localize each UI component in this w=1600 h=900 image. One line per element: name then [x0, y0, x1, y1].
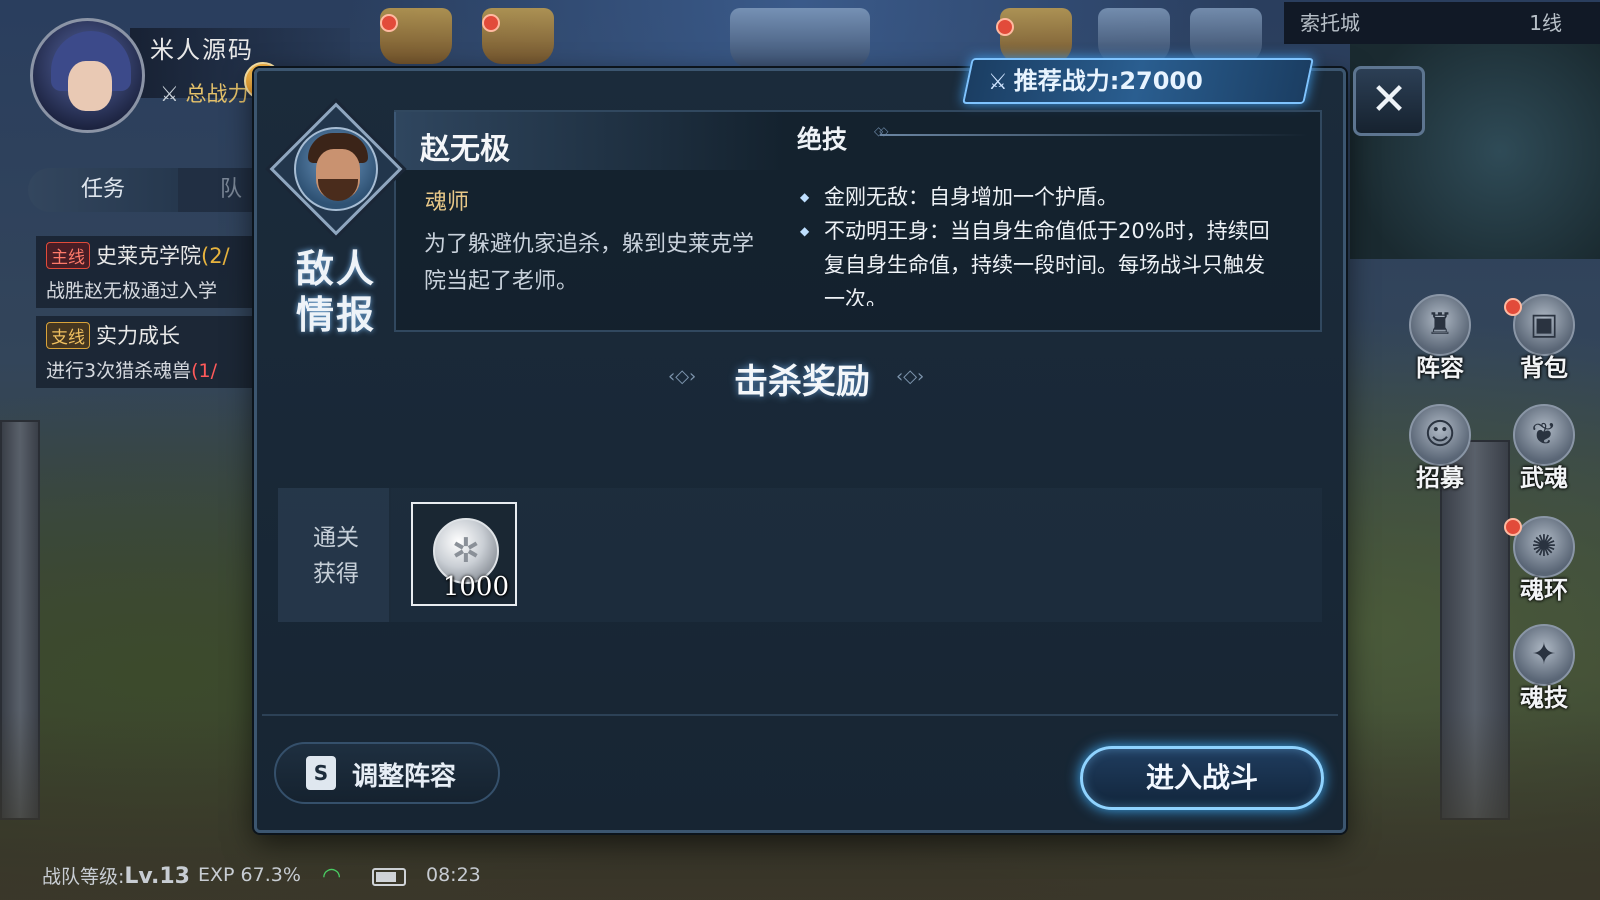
- arena-emblem-icon[interactable]: [730, 8, 870, 68]
- player-avatar[interactable]: [30, 18, 145, 133]
- side-menu-recruit[interactable]: ☺ 招募: [1400, 404, 1480, 493]
- side-menu-label: 魂环: [1520, 576, 1568, 604]
- reward-item-slot[interactable]: ✲ 1000: [411, 502, 517, 606]
- reward-item-count: 1000: [442, 572, 509, 602]
- notification-dot: [482, 14, 500, 32]
- settings-icon[interactable]: [1190, 8, 1262, 64]
- side-menu-label: 武魂: [1520, 464, 1568, 492]
- notification-dot: [1504, 298, 1522, 316]
- quest-side-name: 实力成长: [96, 324, 180, 348]
- close-button[interactable]: ✕: [1353, 66, 1425, 136]
- soul-skill-icon: ✦: [1513, 624, 1575, 686]
- quest-main-title: 主线 史莱克学院(2/: [46, 240, 251, 270]
- reward-row-label: 通关获得: [313, 525, 359, 587]
- side-menu-label: 阵容: [1416, 354, 1464, 382]
- side-menu-soul-skill[interactable]: ✦ 魂技: [1504, 624, 1584, 713]
- crossed-swords-icon: ⚔: [988, 70, 1008, 95]
- skill-item: 不动明王身：当自身生命值低于20%时，持续回复自身生命值，持续一段时间。每场战斗…: [800, 214, 1280, 306]
- enemy-description: 为了躲避仇家追杀，躲到史莱克学院当起了老师。: [424, 232, 755, 294]
- location-bar: 索托城 1线: [1284, 2, 1600, 44]
- side-menu-label: 招募: [1416, 464, 1464, 492]
- tab-team[interactable]: 队: [178, 168, 258, 212]
- side-menu-label: 魂技: [1520, 684, 1568, 712]
- notification-dot: [996, 18, 1014, 36]
- avatar-face: [68, 61, 112, 111]
- quest-side-progress: (1/: [191, 360, 217, 382]
- quest-side-tag: 支线: [46, 322, 90, 349]
- quest-main-tag: 主线: [46, 242, 90, 269]
- enemy-beard: [318, 179, 358, 201]
- quest-main-progress: (2/: [201, 244, 230, 268]
- location-line[interactable]: 1线: [1529, 2, 1562, 44]
- recommended-power-text: 推荐战力:27000: [1013, 67, 1203, 95]
- skill-title-divider: [874, 124, 1308, 138]
- total-power-label: 总战力: [185, 82, 249, 106]
- side-menu-formation[interactable]: ♜ 阵容: [1400, 294, 1480, 383]
- enemy-info-label: 敌人情报: [296, 247, 377, 337]
- team-level-value: Lv.13: [124, 864, 190, 889]
- enemy-portrait: [294, 127, 378, 211]
- backpack-icon: ▣: [1513, 294, 1575, 356]
- skill-title: 绝技: [797, 125, 848, 154]
- player-name: 米人源码: [150, 36, 254, 64]
- quest-main-name: 史莱克学院: [96, 244, 201, 268]
- notification-dot: [380, 14, 398, 32]
- formation-icon: ♜: [1409, 294, 1471, 356]
- side-menu-martial-soul[interactable]: ❦ 武魂: [1504, 404, 1584, 493]
- location-city: 索托城: [1300, 11, 1360, 35]
- quest-main[interactable]: 主线 史莱克学院(2/ 战胜赵无极通过入学: [36, 236, 261, 308]
- notification-dot: [1504, 518, 1522, 536]
- crossed-swords-icon: ⚔: [160, 82, 179, 106]
- enemy-avatar: [269, 102, 403, 236]
- quest-side-desc-text: 进行3次猎杀魂兽: [46, 360, 192, 382]
- exp-text: EXP 67.3%: [198, 864, 301, 886]
- wifi-icon: ◠: [322, 864, 342, 889]
- adjust-formation-button[interactable]: S 调整阵容: [274, 742, 500, 804]
- dialog-divider: [262, 714, 1338, 716]
- total-power: ⚔ 总战力: [160, 78, 249, 108]
- side-menu-label: 背包: [1520, 354, 1568, 382]
- recommended-power: ⚔ 推荐战力:27000: [988, 60, 1203, 102]
- rank-icon[interactable]: [1098, 8, 1170, 64]
- soul-ring-icon: ✺: [1513, 516, 1575, 578]
- quest-side-title: 支线 实力成长: [46, 320, 251, 350]
- ornament-right-icon: ‹◇›: [896, 366, 925, 387]
- quest-main-desc: 战胜赵无极通过入学: [46, 280, 218, 302]
- quest-side[interactable]: 支线 实力成长 进行3次猎杀魂兽(1/: [36, 316, 261, 388]
- adjust-formation-label: 调整阵容: [352, 762, 457, 792]
- skill-item: 金刚无敌：自身增加一个护盾。: [800, 180, 1280, 214]
- skill-list[interactable]: 金刚无敌：自身增加一个护盾。 不动明王身：当自身生命值低于20%时，持续回复自身…: [800, 180, 1280, 306]
- quest-side-desc: 进行3次猎杀魂兽(1/: [46, 356, 251, 383]
- team-level: 战队等级:Lv.13: [42, 862, 190, 889]
- activity-icon[interactable]: [1000, 8, 1072, 64]
- enemy-class: 魂师: [425, 190, 470, 215]
- clock-time: 08:23: [426, 864, 481, 886]
- recruit-icon: ☺: [1409, 404, 1471, 466]
- tab-task[interactable]: 任务: [28, 168, 178, 212]
- battery-icon: [372, 868, 406, 886]
- enter-battle-button[interactable]: 进入战斗: [1080, 746, 1324, 810]
- scroll-icon: S: [306, 756, 336, 790]
- martial-soul-icon: ❦: [1513, 404, 1575, 466]
- enemy-name: 赵无极: [420, 132, 510, 167]
- team-level-label: 战队等级:: [42, 866, 125, 888]
